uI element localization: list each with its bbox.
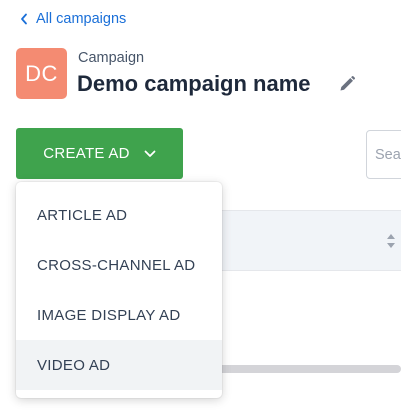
chevron-down-icon — [144, 150, 156, 158]
menu-item-image-display-ad[interactable]: IMAGE DISPLAY AD — [16, 290, 222, 340]
campaign-label: Campaign — [78, 50, 145, 66]
campaign-avatar: DC — [16, 48, 67, 99]
menu-item-cross-channel-ad[interactable]: CROSS-CHANNEL AD — [16, 240, 222, 290]
pencil-icon[interactable] — [338, 75, 356, 93]
avatar-initials: DC — [25, 60, 58, 86]
search-input[interactable] — [375, 131, 401, 178]
search-box — [366, 130, 401, 179]
back-link-label: All campaigns — [36, 11, 127, 27]
sort-icon[interactable] — [386, 233, 396, 249]
create-ad-button[interactable]: CREATE AD — [16, 128, 183, 179]
create-ad-dropdown-menu: ARTICLE AD CROSS-CHANNEL AD IMAGE DISPLA… — [16, 182, 222, 398]
campaign-page: All campaigns DC Campaign Demo campaign … — [0, 0, 401, 414]
chevron-left-icon — [20, 13, 30, 25]
create-ad-label: CREATE AD — [43, 145, 130, 162]
menu-item-article-ad[interactable]: ARTICLE AD — [16, 190, 222, 240]
menu-item-video-ad[interactable]: VIDEO AD — [16, 340, 222, 390]
back-to-campaigns-link[interactable]: All campaigns — [20, 9, 126, 29]
campaign-name: Demo campaign name — [77, 71, 311, 96]
